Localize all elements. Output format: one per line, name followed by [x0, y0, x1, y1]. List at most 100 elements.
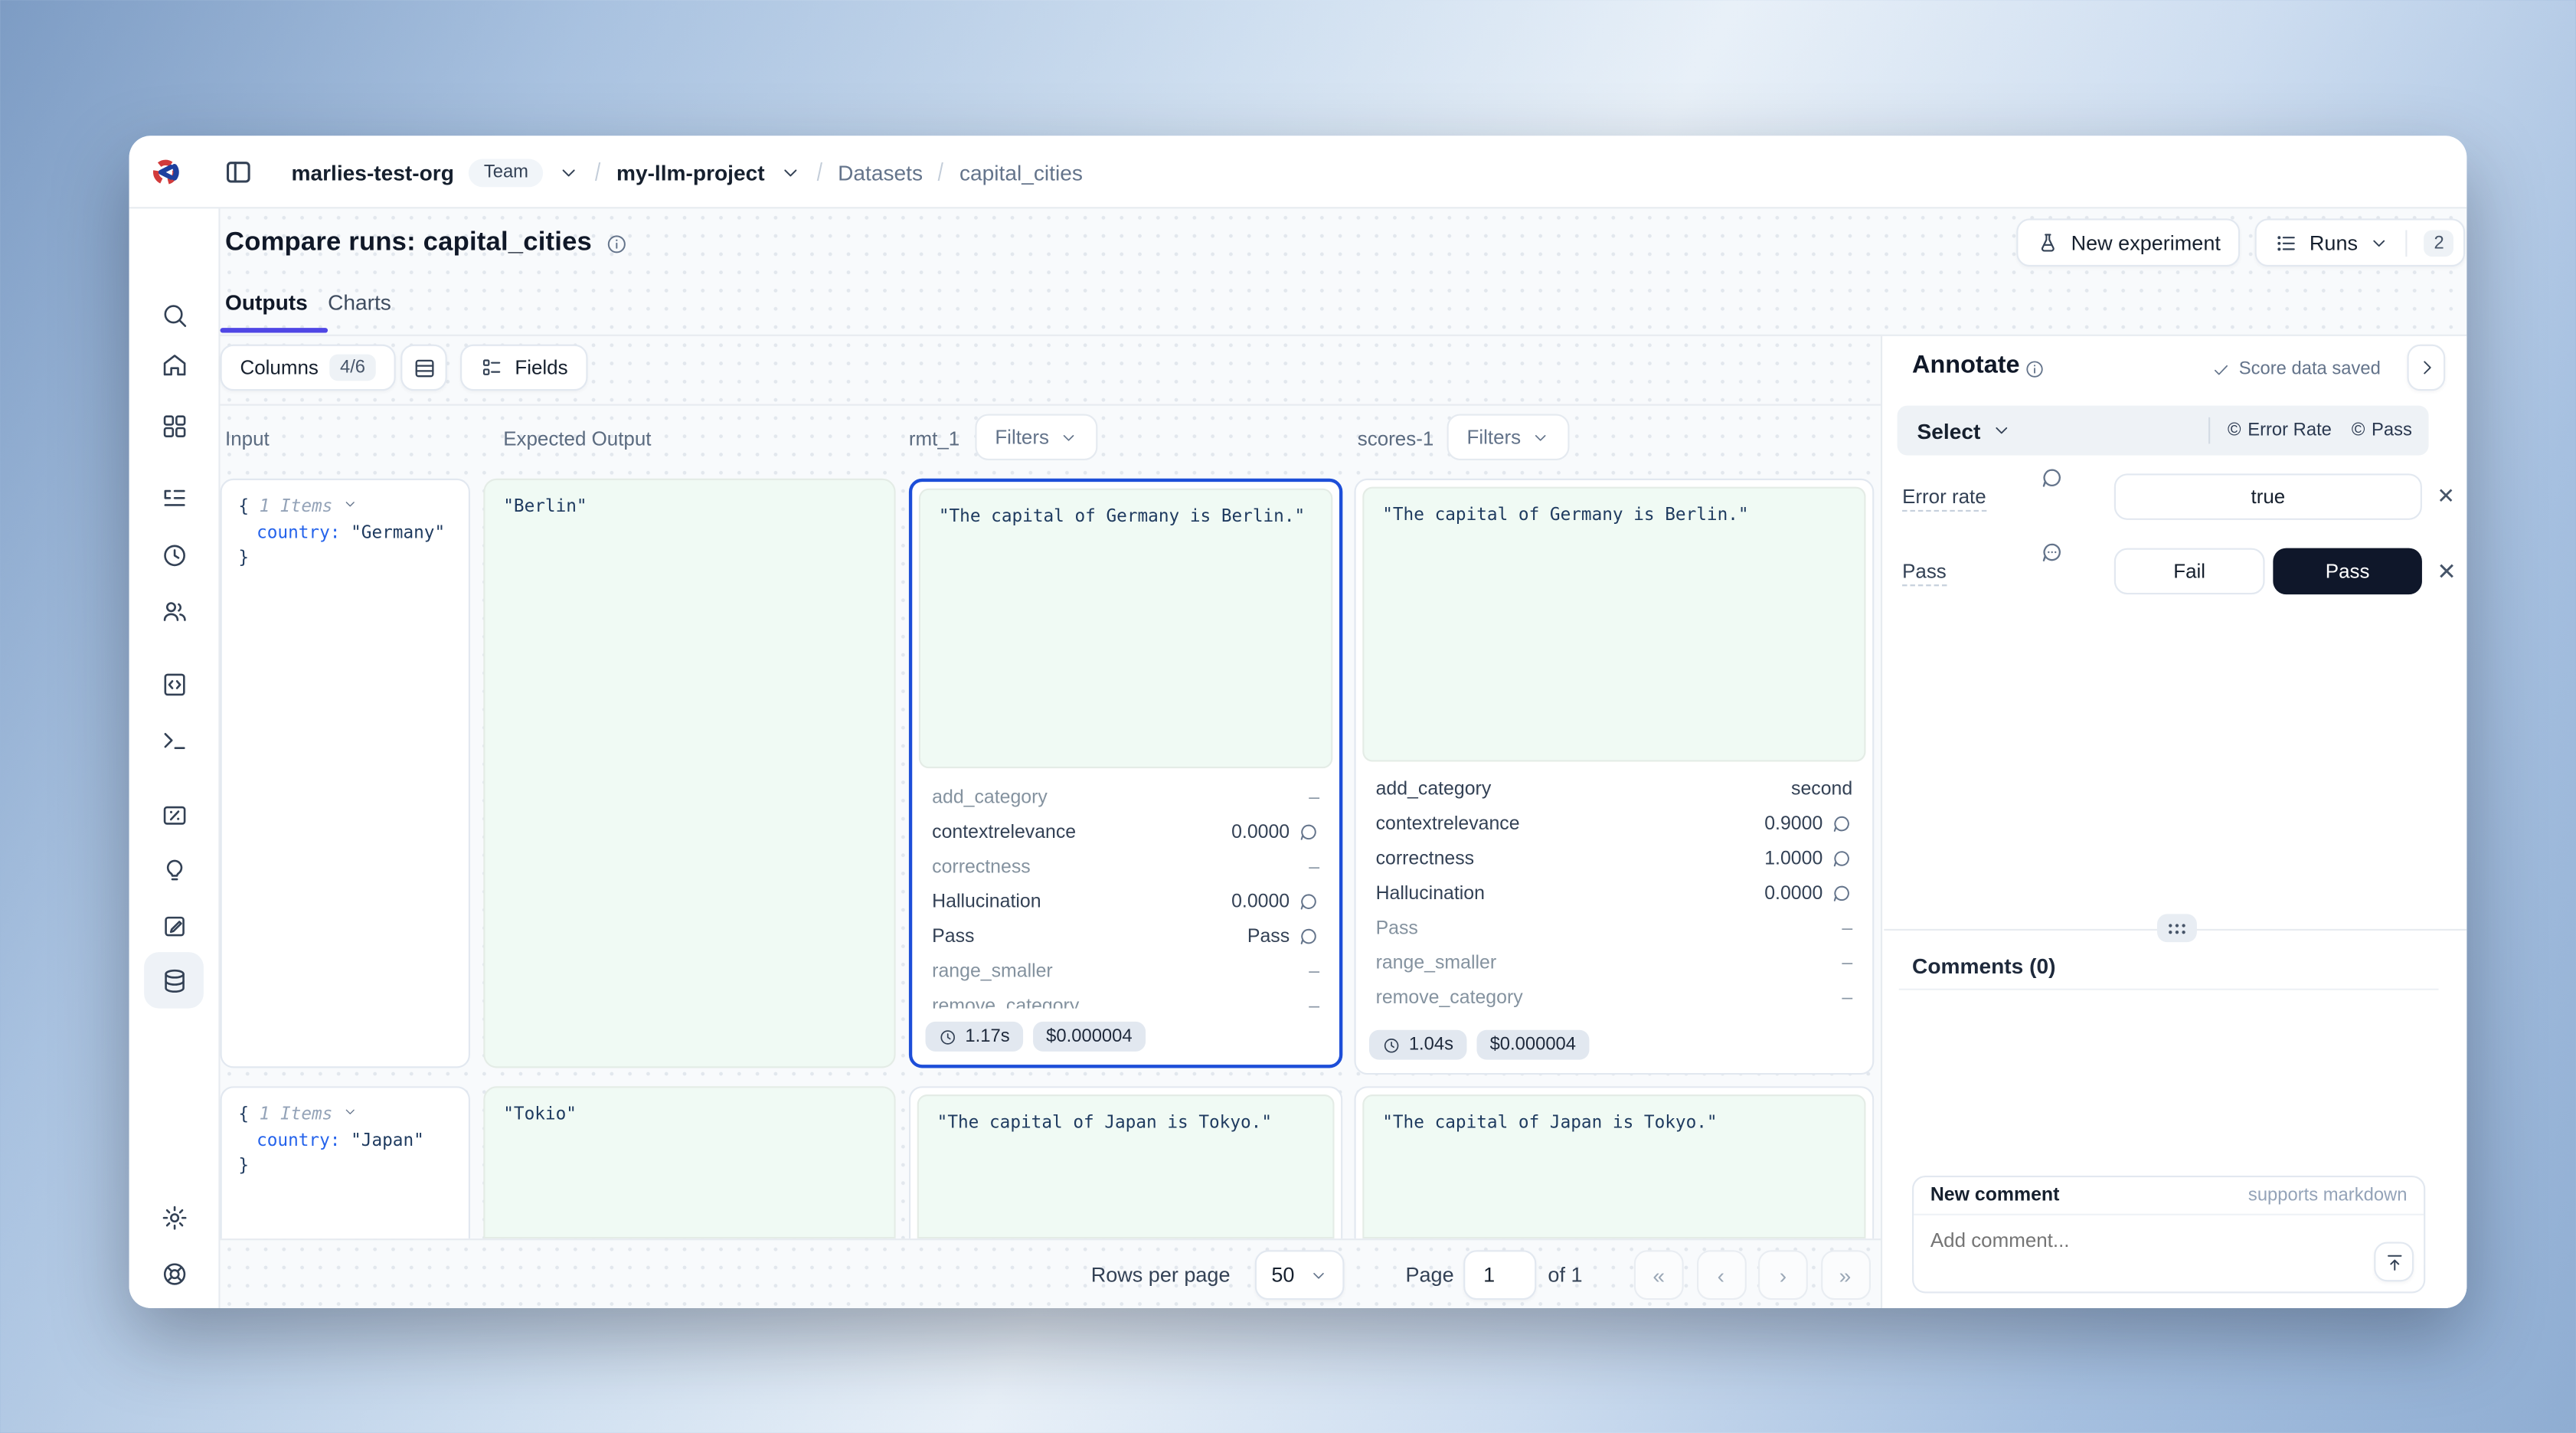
score-row: correctness–: [912, 849, 1339, 884]
datasets-icon[interactable]: [159, 965, 189, 995]
row1-expected-cell[interactable]: "Berlin": [483, 479, 895, 1068]
page-number-input[interactable]: 1: [1463, 1250, 1536, 1300]
fields-button[interactable]: Fields: [460, 345, 588, 391]
row2-input-cell[interactable]: { 1 Items country: "Japan" }: [221, 1086, 470, 1238]
last-page-button[interactable]: »: [1820, 1250, 1870, 1300]
score-chip-error-rate[interactable]: © Error Rate: [2228, 420, 2332, 440]
score-chip-pass[interactable]: © Pass: [2352, 420, 2412, 440]
comment-bubble-icon[interactable]: [1831, 848, 1852, 869]
chevron-down-icon: [1059, 428, 1077, 447]
comment-bubble-icon[interactable]: [1298, 821, 1319, 842]
info-icon[interactable]: [2025, 359, 2045, 384]
info-icon[interactable]: [606, 234, 627, 260]
chevron-down-icon: [2369, 233, 2389, 253]
comment-input[interactable]: [1914, 1215, 2424, 1265]
latency-badge[interactable]: 1.04s: [1369, 1030, 1466, 1060]
run-output-box: "The capital of Japan is Tokyo.": [1362, 1094, 1865, 1238]
comment-bubble-icon[interactable]: [1298, 891, 1319, 912]
rows-per-page-select[interactable]: 50: [1255, 1250, 1345, 1300]
tracing-icon[interactable]: [159, 483, 189, 513]
new-experiment-label: New experiment: [2071, 231, 2221, 254]
page-title: Compare runs: capital_cities: [225, 228, 592, 258]
error-rate-input[interactable]: [2114, 473, 2422, 520]
users-icon[interactable]: [159, 596, 189, 626]
row2-expected-cell[interactable]: "Tokio": [483, 1086, 895, 1238]
pass-fail-button[interactable]: Fail: [2114, 548, 2265, 595]
comment-bubble-icon[interactable]: [1831, 882, 1852, 904]
breadcrumb-divider: /: [817, 158, 822, 186]
row2-run1-cell[interactable]: "The capital of Japan is Tokyo.": [909, 1086, 1342, 1238]
submit-comment-button[interactable]: [2374, 1242, 2414, 1281]
breadcrumb-org[interactable]: marlies-test-org: [292, 160, 454, 185]
new-experiment-button[interactable]: New experiment: [2016, 218, 2241, 267]
previous-page-button[interactable]: ‹: [1696, 1250, 1746, 1300]
home-icon[interactable]: [159, 349, 189, 379]
insights-icon[interactable]: [159, 855, 189, 885]
row1-run1-cell[interactable]: "The capital of Germany is Berlin." add_…: [909, 479, 1342, 1068]
breadcrumb-project[interactable]: my-llm-project: [616, 160, 765, 185]
selectbar-divider: [2208, 417, 2209, 444]
run1-filters-button[interactable]: Filters: [975, 414, 1097, 460]
flask-icon: [2036, 231, 2059, 254]
org-logo[interactable]: [149, 155, 182, 188]
sidebar-toggle-icon[interactable]: [224, 157, 253, 191]
col-header-run2[interactable]: scores-1: [1358, 427, 1433, 450]
tab-charts[interactable]: Charts: [328, 290, 391, 314]
row-height-button[interactable]: [400, 345, 447, 391]
chevron-down-icon: [1531, 428, 1549, 447]
json-brace: {: [238, 497, 249, 517]
check-icon: [2212, 360, 2231, 378]
comment-bubble-icon[interactable]: [1298, 926, 1319, 947]
columns-button[interactable]: Columns 4/6: [221, 345, 395, 391]
run2-score-list: add_categorysecond contextrelevance0.900…: [1356, 771, 1873, 1019]
search-icon[interactable]: [159, 299, 189, 329]
top-bar: marlies-test-org Team / my-llm-project /…: [129, 136, 2467, 208]
score-row: add_categorysecond: [1356, 771, 1873, 806]
run-output-box: "The capital of Japan is Tokyo.": [917, 1094, 1335, 1238]
cost-badge[interactable]: $0.000004: [1476, 1030, 1589, 1060]
chevron-down-icon[interactable]: [1992, 420, 2012, 440]
comment-bubble-icon[interactable]: [1831, 813, 1852, 835]
json-items-toggle[interactable]: 1 Items: [260, 497, 333, 517]
filters-label: Filters: [1466, 426, 1521, 449]
json-items-toggle[interactable]: 1 Items: [260, 1104, 333, 1124]
settings-icon[interactable]: [159, 1202, 189, 1232]
resize-handle[interactable]: [2157, 914, 2197, 942]
prompts-icon[interactable]: [159, 669, 189, 699]
run-output-text: "The capital of Germany is Berlin.": [939, 507, 1305, 527]
runs-button[interactable]: Runs 2: [2255, 218, 2466, 267]
evaluators-icon[interactable]: [159, 800, 189, 829]
annotation-queues-icon[interactable]: [159, 911, 189, 941]
first-page-button[interactable]: «: [1634, 1250, 1684, 1300]
clear-pass-icon[interactable]: ✕: [2437, 558, 2456, 587]
chevron-down-icon[interactable]: [558, 162, 580, 183]
run2-output-box: "The capital of Germany is Berlin.": [1362, 487, 1865, 762]
pass-pass-button[interactable]: Pass: [2273, 548, 2422, 595]
json-value: "Germany": [351, 522, 445, 542]
run2-filters-button[interactable]: Filters: [1447, 414, 1569, 460]
breadcrumb-datasets[interactable]: Datasets: [838, 160, 923, 185]
clear-error-rate-icon[interactable]: ✕: [2437, 483, 2455, 510]
comments-title: Comments (0): [1912, 954, 2055, 978]
row1-input-cell[interactable]: { 1 Items country: "Germany" }: [221, 479, 470, 1068]
comment-bubble-dots-icon[interactable]: [2040, 540, 2064, 570]
tab-outputs[interactable]: Outputs: [225, 290, 308, 314]
playground-icon[interactable]: [159, 725, 189, 755]
cost-badge[interactable]: $0.000004: [1033, 1022, 1146, 1052]
row2-run2-cell[interactable]: "The capital of Japan is Tokyo.": [1354, 1086, 1874, 1238]
score-select-bar: Select © Error Rate © Pass: [1898, 406, 2429, 456]
row1-run2-cell[interactable]: "The capital of Germany is Berlin." add_…: [1354, 479, 1874, 1075]
col-header-run1[interactable]: rmt_1: [909, 427, 959, 450]
sessions-icon[interactable]: [159, 540, 189, 570]
runs-label: Runs: [2310, 231, 2358, 254]
collapse-panel-button[interactable]: [2407, 345, 2445, 391]
next-page-button[interactable]: ›: [1758, 1250, 1808, 1300]
comment-bubble-icon[interactable]: [2040, 466, 2064, 496]
dashboards-icon[interactable]: [159, 411, 189, 440]
breadcrumb-dataset-name[interactable]: capital_cities: [959, 160, 1083, 185]
chevron-down-icon[interactable]: [780, 162, 801, 183]
latency-badge[interactable]: 1.17s: [926, 1022, 1023, 1052]
support-icon[interactable]: [159, 1258, 189, 1288]
arrow-up-to-line-icon: [2383, 1251, 2404, 1272]
score-select[interactable]: Select: [1917, 418, 1981, 443]
